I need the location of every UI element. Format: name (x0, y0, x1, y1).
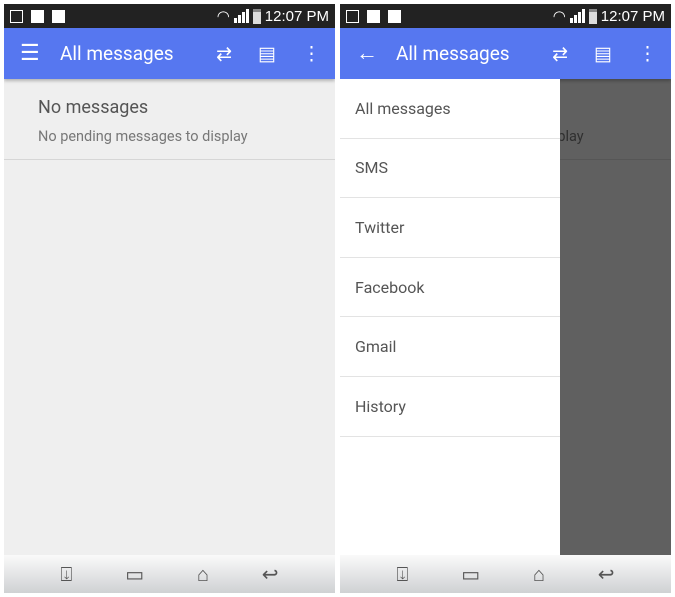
lock-icon (367, 9, 380, 23)
drawer-item-facebook[interactable]: Facebook (340, 258, 560, 318)
sync-icon[interactable]: ⇄ (552, 42, 568, 65)
download-icon[interactable]: ⍗ (396, 562, 408, 586)
empty-title: No messages (38, 97, 149, 118)
home-icon[interactable]: ⌂ (533, 562, 545, 587)
drawer-item-twitter[interactable]: Twitter (340, 198, 560, 258)
status-bar: ◠ 12:07 PM (340, 4, 671, 28)
home-icon[interactable]: ⌂ (197, 562, 209, 587)
battery-icon (588, 8, 597, 24)
drawer-item-all-messages[interactable]: All messages (340, 79, 560, 139)
page-title: All messages (396, 42, 510, 65)
battery-icon (252, 8, 261, 24)
menu-icon[interactable]: ☰ (20, 42, 40, 65)
briefcase-icon (388, 9, 401, 23)
drawer-item-history[interactable]: History (340, 377, 560, 437)
more-icon[interactable]: ⋮ (638, 42, 657, 65)
drawer-item-gmail[interactable]: Gmail (340, 317, 560, 377)
app-bar: ← All messages ⇄ ▤ ⋮ (340, 28, 671, 79)
empty-state: No messages No pending messages to displ… (4, 79, 335, 160)
empty-subtitle: No pending messages to display (38, 128, 248, 145)
back-icon[interactable]: ↩ (598, 562, 615, 586)
recents-icon[interactable]: ▭ (125, 562, 144, 586)
message-list: No messages No pending messages to displ… (4, 79, 335, 555)
status-bar: ◠ 12:07 PM (4, 4, 335, 28)
image-icon (346, 9, 359, 23)
phone-screen-drawer: ◠12:07 PM ← All messages ⇄ ▤ ⋮ No messag… (340, 4, 671, 593)
signal-icon (233, 9, 249, 23)
navigation-drawer: All messages SMS Twitter Facebook Gmail … (340, 79, 560, 555)
wifi-icon: ◠ (552, 8, 566, 25)
briefcase-icon (52, 9, 65, 23)
back-arrow-icon[interactable]: ← (356, 42, 378, 65)
wifi-icon: ◠ (216, 8, 230, 25)
page-title: All messages (60, 42, 174, 65)
system-nav-bar: ⍗ ▭ ⌂ ↩ (4, 555, 335, 593)
drawer-item-sms[interactable]: SMS (340, 139, 560, 199)
more-icon[interactable]: ⋮ (302, 42, 321, 65)
system-nav-bar: ⍗ ▭ ⌂ ↩ (340, 555, 671, 593)
message-icon[interactable]: ▤ (594, 42, 612, 65)
clock: 12:07 PM (600, 7, 665, 25)
phone-screen-main: ◠ 12:07 PM ☰ All messages ⇄ ▤ ⋮ No messag… (4, 4, 335, 593)
back-icon[interactable]: ↩ (262, 562, 279, 586)
message-icon[interactable]: ▤ (258, 42, 276, 65)
recents-icon[interactable]: ▭ (461, 562, 480, 586)
clock: 12:07 PM (264, 7, 329, 25)
lock-icon (31, 9, 44, 23)
app-bar: ☰ All messages ⇄ ▤ ⋮ (4, 28, 335, 79)
signal-icon (569, 9, 585, 23)
sync-icon[interactable]: ⇄ (216, 42, 232, 65)
download-icon[interactable]: ⍗ (60, 562, 72, 586)
image-icon (10, 9, 23, 23)
